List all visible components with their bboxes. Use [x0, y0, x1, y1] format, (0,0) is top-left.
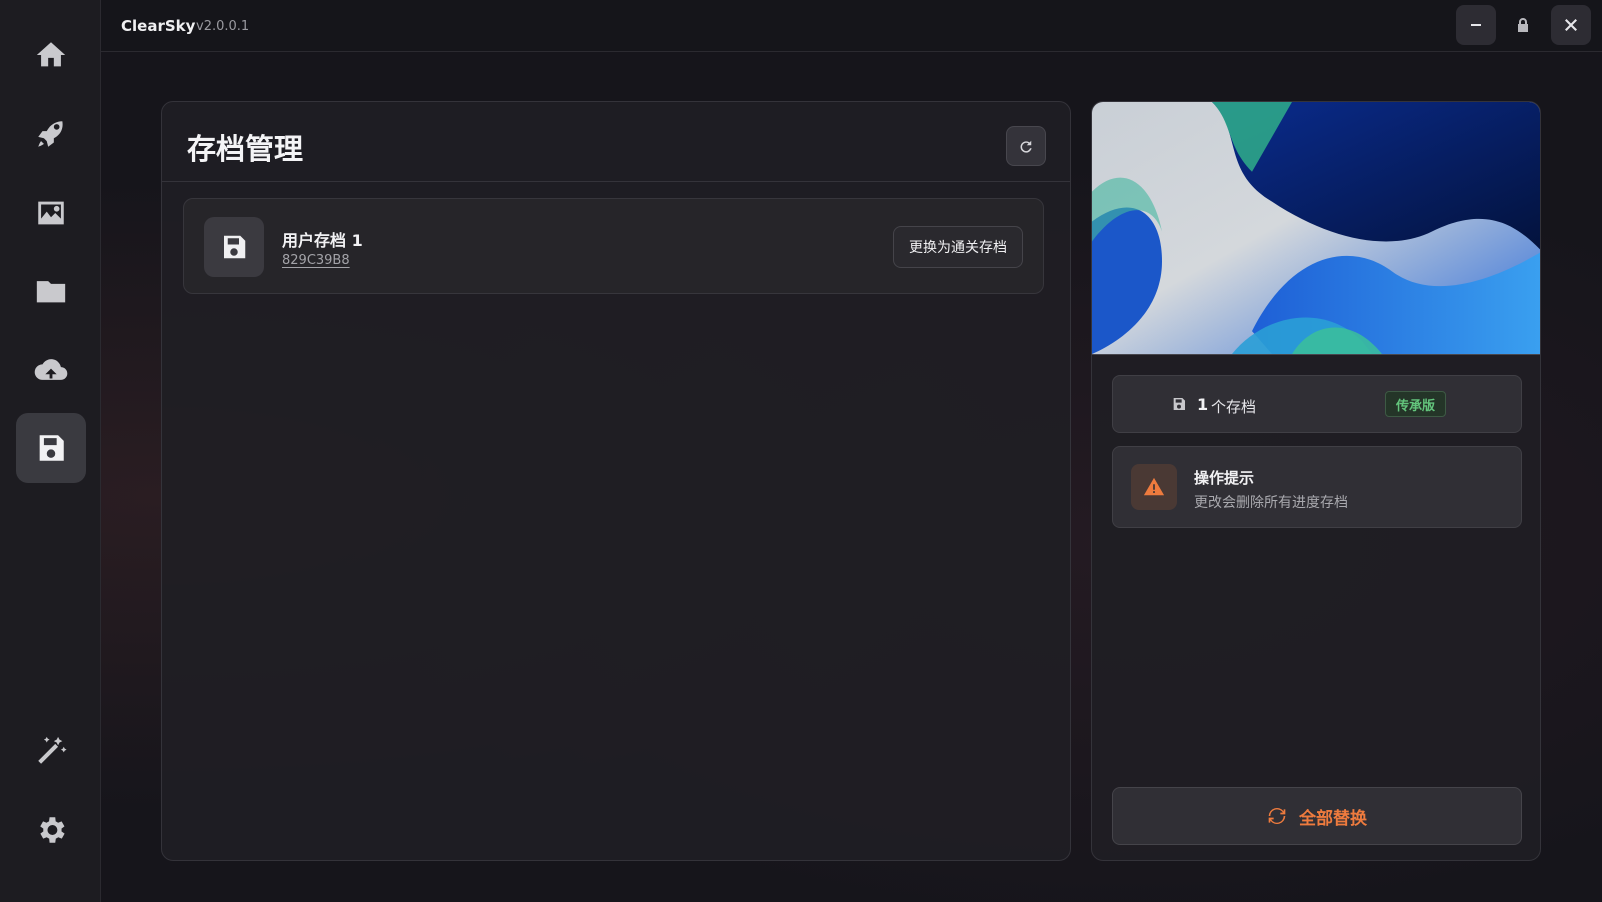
save-icon	[1173, 398, 1185, 410]
nav-gallery[interactable]	[16, 178, 86, 248]
minimize-icon	[1471, 24, 1481, 26]
tip-text: 更改会删除所有进度存档	[1194, 495, 1348, 511]
replace-all-label: 全部替换	[1299, 808, 1367, 829]
nav-launch[interactable]	[16, 99, 86, 169]
refresh-button[interactable]	[1006, 126, 1046, 166]
cloud-upload-icon	[34, 359, 68, 380]
nav-files[interactable]	[16, 256, 86, 326]
info-panel: 1 个存档 传承版 操作提示 更改会删除所有进度存档 全部替换	[1091, 101, 1541, 861]
close-button[interactable]	[1551, 5, 1591, 45]
title-bar: ClearSky v2.0.0.1	[101, 0, 1602, 52]
lock-button[interactable]	[1503, 5, 1543, 45]
gear-icon	[40, 817, 65, 843]
app-name: ClearSky	[121, 17, 196, 35]
save-name: 用户存档 1	[282, 231, 363, 250]
save-icon	[224, 235, 246, 259]
nav-saves[interactable]	[16, 413, 86, 483]
panel-header: 存档管理	[162, 102, 1070, 182]
tip-title: 操作提示	[1194, 469, 1255, 487]
folder-icon	[36, 281, 66, 303]
warning-icon	[1143, 477, 1165, 496]
lock-icon	[1518, 18, 1528, 32]
sync-icon	[1268, 807, 1286, 825]
nav-cloud[interactable]	[16, 335, 86, 405]
minimize-button[interactable]	[1456, 5, 1496, 45]
nav-home[interactable]	[16, 20, 86, 90]
page-title: 存档管理	[187, 132, 304, 166]
refresh-icon	[1020, 140, 1032, 153]
operation-tip-card: 操作提示 更改会删除所有进度存档	[1112, 446, 1522, 528]
close-icon	[1565, 19, 1577, 31]
edition-badge: 传承版	[1385, 391, 1447, 417]
save-icon	[39, 435, 64, 461]
save-id: 829C39B8	[282, 253, 350, 268]
sidebar	[0, 0, 101, 902]
save-item-icon-box	[204, 217, 264, 277]
replace-with-clear-save-button[interactable]: 更换为通关存档	[893, 226, 1023, 268]
save-manager-panel: 存档管理 用户存档 1 829C39B8 更换为通关存档	[161, 101, 1071, 861]
nav-settings[interactable]	[16, 795, 86, 865]
app-version: v2.0.0.1	[196, 19, 250, 34]
home-icon	[36, 42, 66, 67]
wallpaper-banner	[1092, 102, 1540, 355]
replace-all-button[interactable]: 全部替换	[1112, 787, 1522, 845]
save-count-label: 个存档	[1211, 398, 1257, 416]
save-count-number: 1	[1197, 395, 1209, 414]
save-count-card: 1 个存档 传承版	[1112, 375, 1522, 433]
rocket-icon	[38, 121, 63, 147]
tip-icon-box	[1131, 464, 1177, 510]
magic-wand-icon	[38, 736, 67, 764]
save-list-item: 用户存档 1 829C39B8 更换为通关存档	[183, 198, 1044, 294]
image-icon	[38, 201, 64, 225]
nav-tools[interactable]	[16, 716, 86, 786]
